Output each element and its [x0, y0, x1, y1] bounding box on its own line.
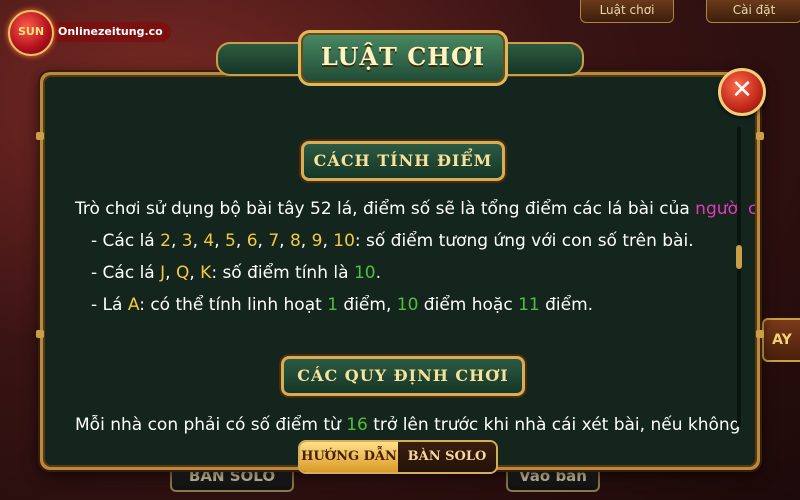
intro-highlight: người chơi: [695, 199, 757, 219]
tab-ban-solo[interactable]: BÀN SOLO: [398, 442, 496, 472]
bullet-middle: : số điểm tính là: [211, 263, 354, 283]
close-button[interactable]: ✕: [718, 68, 766, 116]
card-value: 10: [333, 231, 355, 251]
tab-guide[interactable]: HƯỚNG DẪN: [300, 442, 398, 472]
joiner: điểm hoặc: [418, 295, 519, 315]
card-value: 5: [225, 231, 236, 251]
bullet-suffix: : số điểm tương ứng với con số trên bài.: [354, 231, 694, 251]
bg-side-play-button[interactable]: AY: [762, 318, 800, 362]
title-center: LUẬT CHƠI: [298, 30, 508, 86]
joiner: điểm.: [539, 295, 594, 315]
bullet-number-cards: - Các lá 2, 3, 4, 5, 6, 7, 8, 9, 10: số …: [91, 231, 694, 251]
rules-dialog-body: CÁCH TÍNH ĐIỂM Trò chơi sử dụng bộ bài t…: [43, 75, 757, 467]
logo-text: SUN: [17, 25, 45, 38]
point-value: 10: [353, 263, 376, 283]
card-value: 3: [181, 231, 193, 251]
sun-logo: SUN: [8, 10, 54, 56]
scrollbar[interactable]: [736, 127, 742, 427]
scoring-intro: Trò chơi sử dụng bộ bài tây 52 lá, điểm …: [75, 199, 757, 219]
dialog-title: LUẬT CHƠI: [320, 42, 486, 71]
point-value: 10: [396, 295, 419, 315]
close-icon: ✕: [731, 75, 753, 105]
frame-rivet: [756, 330, 764, 338]
card-value: 9: [311, 231, 323, 251]
rules-dialog: CÁCH TÍNH ĐIỂM Trò chơi sử dụng bộ bài t…: [36, 72, 764, 470]
rules-text-suffix: trở lên trước khi nhà cái xét bài, nếu k…: [367, 415, 741, 435]
bullet-ace: - Lá A: có thể tính linh hoạt 1 điểm, 10…: [91, 295, 593, 315]
card-value: 4: [203, 231, 215, 251]
scroll-thumb[interactable]: [736, 245, 742, 269]
dialog-tabs: HƯỚNG DẪN BÀN SOLO: [298, 440, 498, 474]
card-value: 8: [289, 231, 301, 251]
card-value: Q: [175, 263, 190, 283]
bullet-prefix: - Các lá: [91, 231, 161, 251]
bg-tab-settings[interactable]: Cài đặt: [706, 0, 800, 23]
bg-tab-rules[interactable]: Luật chơi: [580, 0, 674, 23]
card-value: A: [127, 295, 140, 315]
min-points-value: 16: [346, 415, 368, 435]
frame-rivet: [36, 132, 44, 140]
dialog-title-plaque: LUẬT CHƠI: [216, 28, 584, 86]
card-value: 7: [268, 231, 280, 251]
rules-text: Mỗi nhà con phải có số điểm từ 16 trở lê…: [75, 415, 740, 435]
card-value: 2: [160, 231, 171, 251]
frame-rivet: [36, 330, 44, 338]
point-value: 1: [327, 295, 339, 315]
watermark: Onlinezeitung.co: [48, 22, 171, 42]
intro-text: Trò chơi sử dụng bộ bài tây 52 lá, điểm …: [75, 199, 696, 219]
card-value: 6: [246, 231, 258, 251]
bullet-prefix: - Các lá: [91, 263, 161, 283]
rules-text-prefix: Mỗi nhà con phải có số điểm từ: [75, 415, 347, 435]
point-value: 11: [518, 295, 540, 315]
frame-rivet: [756, 132, 764, 140]
card-value: J: [160, 263, 166, 283]
card-value: K: [200, 263, 212, 283]
bullet-suffix: .: [375, 263, 381, 283]
rules-content: CÁCH TÍNH ĐIỂM Trò chơi sử dụng bộ bài t…: [45, 77, 755, 465]
section-header-rules: CÁC QUY ĐỊNH CHƠI: [281, 356, 525, 396]
bullet-face-cards: - Các lá J, Q, K: số điểm tính là 10.: [91, 263, 381, 283]
joiner: điểm,: [338, 295, 397, 315]
section-header-scoring: CÁCH TÍNH ĐIỂM: [301, 141, 505, 181]
bullet-prefix: - Lá: [91, 295, 128, 315]
bullet-middle: : có thể tính linh hoạt: [139, 295, 328, 315]
